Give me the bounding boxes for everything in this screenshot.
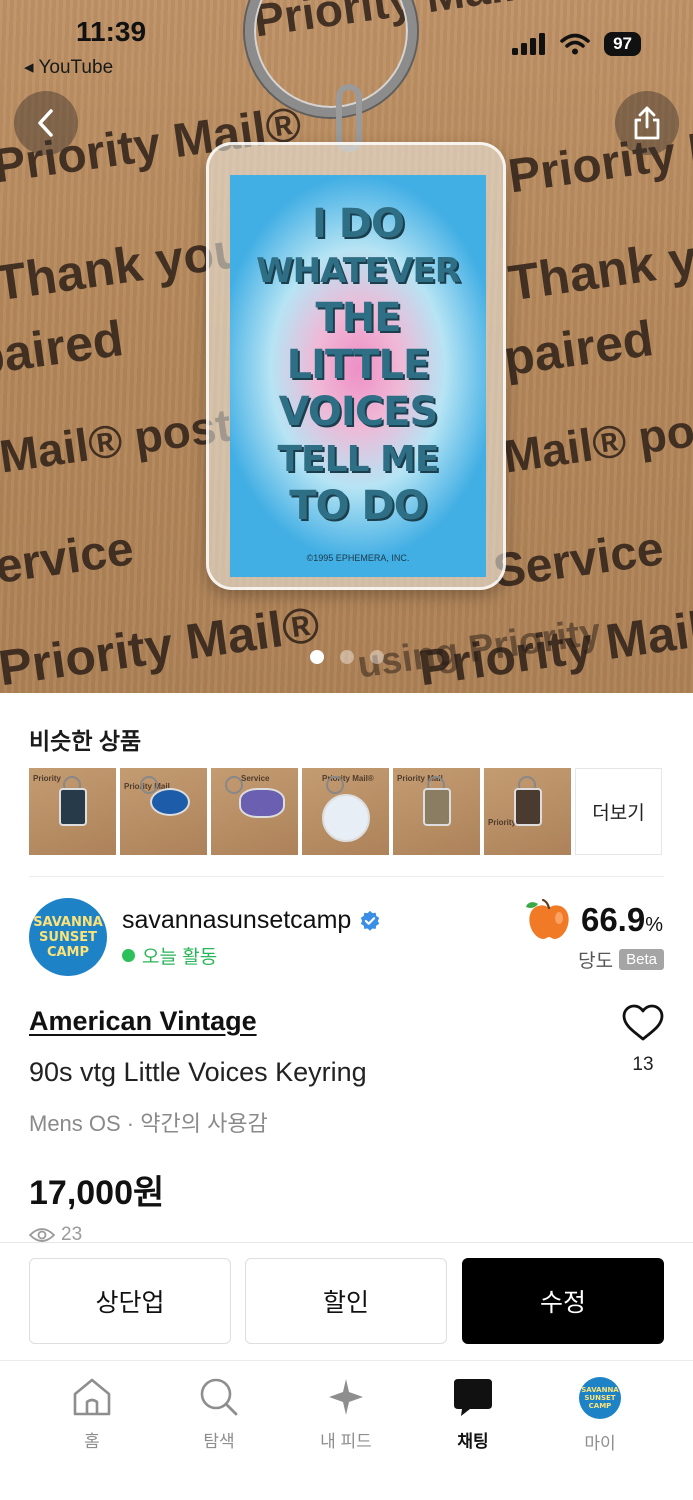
beta-badge: Beta — [619, 949, 664, 970]
battery-indicator: 97 — [604, 32, 641, 56]
wifi-icon — [560, 33, 590, 55]
similar-product-thumb[interactable]: Priority Mail — [484, 768, 571, 855]
similar-more-button[interactable]: 더보기 — [575, 768, 662, 855]
card-line: I DO — [311, 201, 405, 247]
score-number: 66.9 — [580, 901, 646, 938]
thumb-ring — [225, 776, 243, 794]
nav-explore[interactable]: 탐색 — [164, 1377, 274, 1452]
avatar-line: CAMP — [46, 944, 90, 960]
similar-product-thumb[interactable]: Priority Mail — [120, 768, 207, 855]
avatar-line: SAVANNA — [33, 914, 103, 930]
carousel-dot[interactable] — [339, 650, 354, 664]
similar-product-thumb[interactable]: Priority Mail® — [302, 768, 389, 855]
card-line: VOICES — [278, 389, 439, 435]
activity-text: 오늘 활동 — [142, 947, 218, 968]
card-line: TELL ME — [277, 439, 440, 480]
chevron-left-icon — [38, 109, 53, 137]
nav-home[interactable]: 홈 — [37, 1377, 147, 1452]
back-to-app-link[interactable]: ◂ YouTube — [24, 56, 113, 79]
bump-button[interactable]: 상단업 — [29, 1258, 231, 1344]
nav-chat[interactable]: 채팅 — [418, 1377, 528, 1452]
nav-label: 탐색 — [203, 1432, 235, 1451]
thumb-keyring — [150, 788, 190, 816]
score-unit: % — [645, 914, 663, 936]
share-button[interactable] — [615, 91, 679, 155]
seller-name-text: savannasunsetcamp — [122, 906, 352, 934]
similar-products-title: 비슷한 상품 — [29, 728, 142, 754]
thumb-print: Priority — [33, 774, 62, 783]
sweetness-score[interactable]: 66.9% — [525, 898, 663, 942]
card-line: WHATEVER — [256, 251, 461, 291]
card-copyright: ©1995 EPHEMERA, INC. — [306, 553, 410, 563]
eye-icon — [29, 1228, 55, 1242]
avatar-text: SAVANNA SUNSET CAMP — [33, 915, 103, 960]
product-image-carousel[interactable]: Priority Mail® Service Priority Mail® Pr… — [0, 0, 693, 693]
product-meta: Mens OS · 약간의 사용감 — [29, 1111, 268, 1136]
card-line: LITTLE — [286, 342, 431, 388]
brand-link[interactable]: American Vintage — [29, 1006, 257, 1037]
carousel-dot[interactable] — [369, 650, 384, 664]
bottom-navigation: 홈 탐색 내 피드 채팅 SAVANNA SUNSET CAMP 마이 — [0, 1360, 693, 1500]
keyring-card: I DO WHATEVER THE LITTLE VOICES TELL ME … — [230, 175, 486, 577]
seller-name[interactable]: savannasunsetcamp — [122, 906, 381, 935]
card-line: TO DO — [289, 483, 427, 529]
apple-icon — [525, 898, 569, 939]
verified-badge-icon — [361, 910, 380, 931]
score-label: 당도 — [578, 951, 614, 972]
discount-button[interactable]: 할인 — [245, 1258, 447, 1344]
thumb-keyring — [514, 788, 542, 826]
thumb-ring — [326, 776, 344, 794]
similar-product-thumb[interactable]: Service — [211, 768, 298, 855]
similar-product-thumb[interactable]: Priority — [29, 768, 116, 855]
sparkle-icon — [329, 1379, 363, 1415]
thumb-keyring — [59, 788, 87, 826]
thumb-keyring — [423, 788, 451, 826]
carousel-dot[interactable] — [309, 650, 324, 664]
product-price: 17,000원 — [29, 1174, 165, 1212]
signal-icon — [512, 33, 546, 55]
like-button[interactable]: 13 — [622, 1004, 664, 1076]
nav-label: 홈 — [84, 1432, 100, 1451]
status-icons: 97 — [512, 32, 641, 56]
avatar-line: SUNSET — [584, 1394, 616, 1402]
nav-my[interactable]: SAVANNA SUNSET CAMP 마이 — [545, 1377, 655, 1454]
nav-my-feed[interactable]: 내 피드 — [291, 1377, 401, 1452]
thumb-print: Service — [241, 774, 270, 783]
avatar: SAVANNA SUNSET CAMP — [579, 1377, 621, 1419]
card-line: THE — [315, 295, 401, 341]
thumb-keyring — [239, 788, 285, 818]
section-divider — [29, 876, 664, 877]
share-icon — [634, 106, 660, 140]
action-bar: 상단업 할인 수정 — [0, 1242, 693, 1360]
heart-icon — [622, 1004, 664, 1041]
seller-avatar[interactable]: SAVANNA SUNSET CAMP — [29, 898, 107, 976]
home-icon — [73, 1378, 111, 1416]
similar-product-thumb[interactable]: Priority Mail — [393, 768, 480, 855]
edit-button[interactable]: 수정 — [462, 1258, 664, 1344]
avatar-line: SUNSET — [39, 929, 97, 945]
search-icon — [200, 1378, 238, 1416]
carousel-pagination — [0, 650, 693, 664]
product-title: 90s vtg Little Voices Keyring — [29, 1057, 367, 1087]
score-label-row: 당도 Beta — [578, 946, 664, 973]
seller-activity-status: 오늘 활동 — [122, 942, 217, 969]
thumb-keyring — [322, 794, 370, 842]
back-button[interactable] — [14, 91, 78, 155]
nav-label: 마이 — [584, 1434, 616, 1453]
like-count: 13 — [632, 1054, 654, 1075]
avatar-line: SAVANNA — [581, 1386, 619, 1394]
avatar-line: CAMP — [588, 1402, 612, 1410]
status-time: 11:39 — [76, 16, 147, 47]
nav-label: 채팅 — [457, 1432, 489, 1451]
nav-label: 내 피드 — [320, 1432, 372, 1451]
score-value: 66.9% — [581, 901, 663, 939]
keyring-card-text: I DO WHATEVER THE LITTLE VOICES TELL ME … — [230, 201, 486, 530]
similar-products-list: Priority Priority Mail Service Priority … — [29, 768, 662, 855]
online-dot-icon — [122, 949, 135, 962]
chat-icon — [454, 1379, 492, 1416]
